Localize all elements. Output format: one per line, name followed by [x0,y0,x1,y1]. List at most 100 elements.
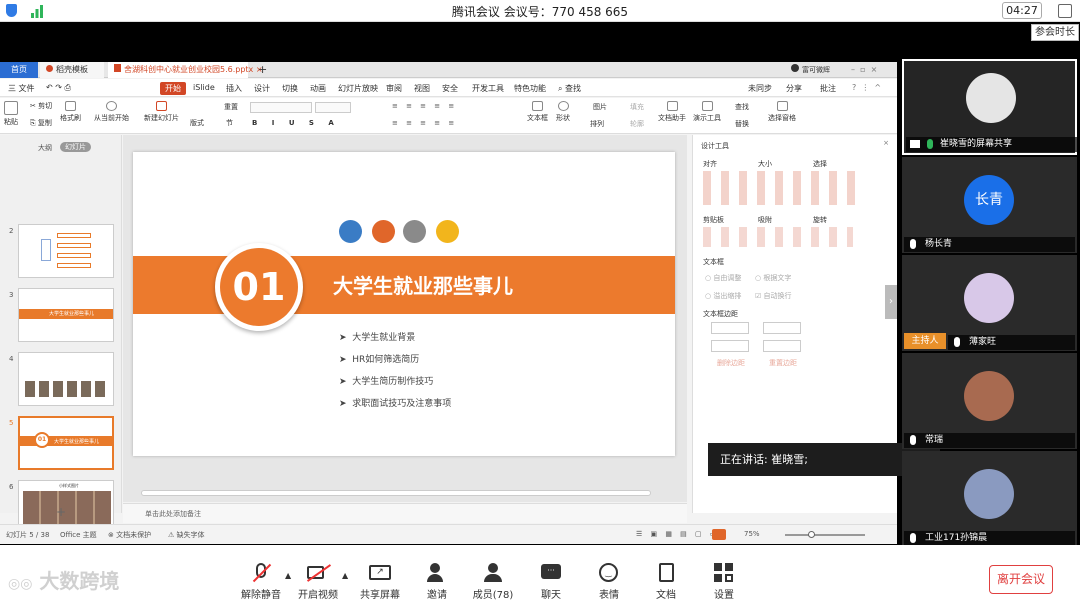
panel-expand-arrow[interactable]: › [885,285,897,319]
copy-button[interactable]: ⎘ 复制 [30,118,52,128]
menu-transition[interactable]: 切换 [282,83,298,94]
font-size-select[interactable] [315,102,351,113]
menu-share[interactable]: 分享 [786,83,802,94]
menu-animation[interactable]: 动画 [310,83,326,94]
tab-pptx-file[interactable]: 舍湖科创中心就业创业校园5.6.pptx × [108,62,263,78]
option-overflow[interactable]: ○ 溢出缩排 [705,291,741,301]
font-name-select[interactable] [250,102,312,113]
reset-button[interactable]: 重置 [224,102,238,112]
reset-margin-link[interactable]: 重置边距 [769,358,797,368]
tab-outline[interactable]: 大纲 [38,143,52,153]
protect-status[interactable]: ⊗ 文档未保护 [108,530,151,540]
menu-review[interactable]: 审阅 [386,83,402,94]
slide-thumb-2[interactable] [18,224,114,278]
tab-home[interactable]: 首页 [0,62,38,78]
picture-button[interactable]: 图片 [593,102,607,112]
menu-search[interactable]: ⌕ 查找 [558,83,581,94]
arrange-button[interactable]: 排列 [590,119,604,129]
meeting-top-bar: 腾讯会议 会议号：770 458 665 04:27 [0,0,1080,22]
horizontal-scrollbar[interactable] [141,490,651,496]
menu-comment[interactable]: 批注 [820,83,836,94]
slide-thumb-4[interactable] [18,352,114,406]
close-icon[interactable]: × [883,139,889,147]
margin-left-input[interactable] [711,322,749,334]
participant-tile-5[interactable]: 工业171孙锦晨 [902,451,1077,547]
fill-button[interactable]: 填充 [630,102,644,112]
play-slideshow-button[interactable] [712,529,726,540]
clipboard-tool-icons[interactable] [703,227,853,247]
invite-button[interactable]: 邀请 [410,563,464,601]
paragraph-buttons[interactable]: ≡ ≡ ≡ ≡ ≡ [392,102,457,110]
number-circle-inner: 01 [220,248,298,326]
missing-font[interactable]: ⚠ 缺失字体 [168,530,205,540]
layout-button[interactable]: 版式 [190,118,204,128]
menu-view[interactable]: 视图 [414,83,430,94]
play-current-button[interactable]: 从当前开始 [94,101,129,123]
window-controls[interactable]: – ▫ × [845,62,883,78]
present-tools-button[interactable]: 演示工具 [693,101,721,123]
fullscreen-icon[interactable] [1058,4,1072,18]
menu-developer[interactable]: 开发工具 [472,83,504,94]
meeting-duration-button[interactable]: 参会时长 [1031,24,1079,41]
find-button[interactable]: 查找 [735,102,749,112]
participant-tile-2[interactable]: 长青 杨长青 [902,157,1077,253]
chat-button[interactable]: ··· 聊天 [524,563,578,601]
menu-design[interactable]: 设计 [254,83,270,94]
format-painter-button[interactable]: 格式刷 [60,101,81,123]
current-slide[interactable]: 01 大学生就业那些事儿 ➤ 大学生就业背景 ➤ HR如何筛选简历 ➤ 大学生简… [133,152,675,456]
menu-start[interactable]: 开始 [160,82,186,95]
selection-pane-button[interactable]: 选择窗格 [768,101,796,123]
user-name[interactable]: 富可微辉 [785,62,836,78]
settings-button[interactable]: 设置 [697,563,751,601]
delete-margin-link[interactable]: 删除边距 [717,358,745,368]
participant-tile-3[interactable]: 主持人 薄家旺 [902,255,1077,351]
outline-button[interactable]: 轮廓 [630,119,644,129]
zoom-slider[interactable] [785,534,865,536]
paste-button[interactable]: 粘贴 [4,101,18,127]
help-icon[interactable]: ? ⋮ ^ [852,83,881,92]
option-fit-text[interactable]: ○ 根据文字 [755,273,791,283]
new-slide-button[interactable]: 新建幻灯片 [144,101,179,123]
font-style-buttons[interactable]: B I U S A [252,119,340,127]
video-options-arrow[interactable]: ▲ [342,571,348,580]
document-button[interactable]: 文档 [639,563,693,601]
view-buttons[interactable]: ☰ ▣ ▦ ▤ ▢ ▭ [636,530,719,538]
slide-thumb-5-selected[interactable]: 01 大学生就业那些事儿 [18,416,114,470]
menu-undo-redo[interactable]: ↶ ↷ ⎙ [46,83,71,93]
doc-assistant-button[interactable]: 文档助手 [658,101,686,123]
start-video-button[interactable]: 开启视频 [291,563,345,601]
members-button[interactable]: 成员(78) [466,563,520,601]
option-word-wrap[interactable]: ☑ 自动换行 [755,291,792,301]
add-slide-button[interactable]: + [56,505,66,519]
leave-meeting-button[interactable]: 离开会议 [989,565,1053,594]
tab-template[interactable]: 稻壳模板 [40,62,104,78]
shape-button[interactable]: 形状 [556,101,570,123]
zoom-slider-thumb[interactable] [808,531,815,538]
emoji-button[interactable]: ‿ 表情 [582,563,636,601]
participant-tile-4[interactable]: 常瑞 [902,353,1077,449]
cut-button[interactable]: ✂ 剪切 [30,101,52,111]
align-tool-icons[interactable] [703,171,863,205]
menu-islide[interactable]: iSlide [193,83,215,92]
share-screen-button[interactable]: ↗ 共享屏幕 [353,563,407,601]
option-auto-fit[interactable]: ○ 自由调整 [705,273,741,283]
section-button[interactable]: 节 [226,118,233,128]
unmute-button[interactable]: 解除静音 [234,563,288,601]
menu-insert[interactable]: 插入 [226,83,242,94]
new-tab-button[interactable]: + [252,62,273,78]
menu-sync[interactable]: 未同步 [748,83,772,94]
menu-slideshow[interactable]: 幻灯片放映 [338,83,378,94]
menu-features[interactable]: 特色功能 [514,83,546,94]
replace-button[interactable]: 替换 [735,119,749,129]
margin-bottom-input[interactable] [763,340,801,352]
margin-top-input[interactable] [711,340,749,352]
textbox-button[interactable]: 文本框 [527,101,548,123]
menu-file[interactable]: 三 文件 [8,83,35,94]
notes-area[interactable]: 单击此处添加备注 [123,503,687,523]
tab-slides[interactable]: 幻灯片 [60,142,91,152]
margin-right-input[interactable] [763,322,801,334]
align-buttons[interactable]: ≡ ≡ ≡ ≡ ≡ [392,119,457,127]
menu-security[interactable]: 安全 [442,83,458,94]
participant-tile-share[interactable]: 崔晓雪的屏幕共享 [902,59,1077,155]
slide-thumb-3[interactable]: 大学生就业那些事儿 [18,288,114,342]
